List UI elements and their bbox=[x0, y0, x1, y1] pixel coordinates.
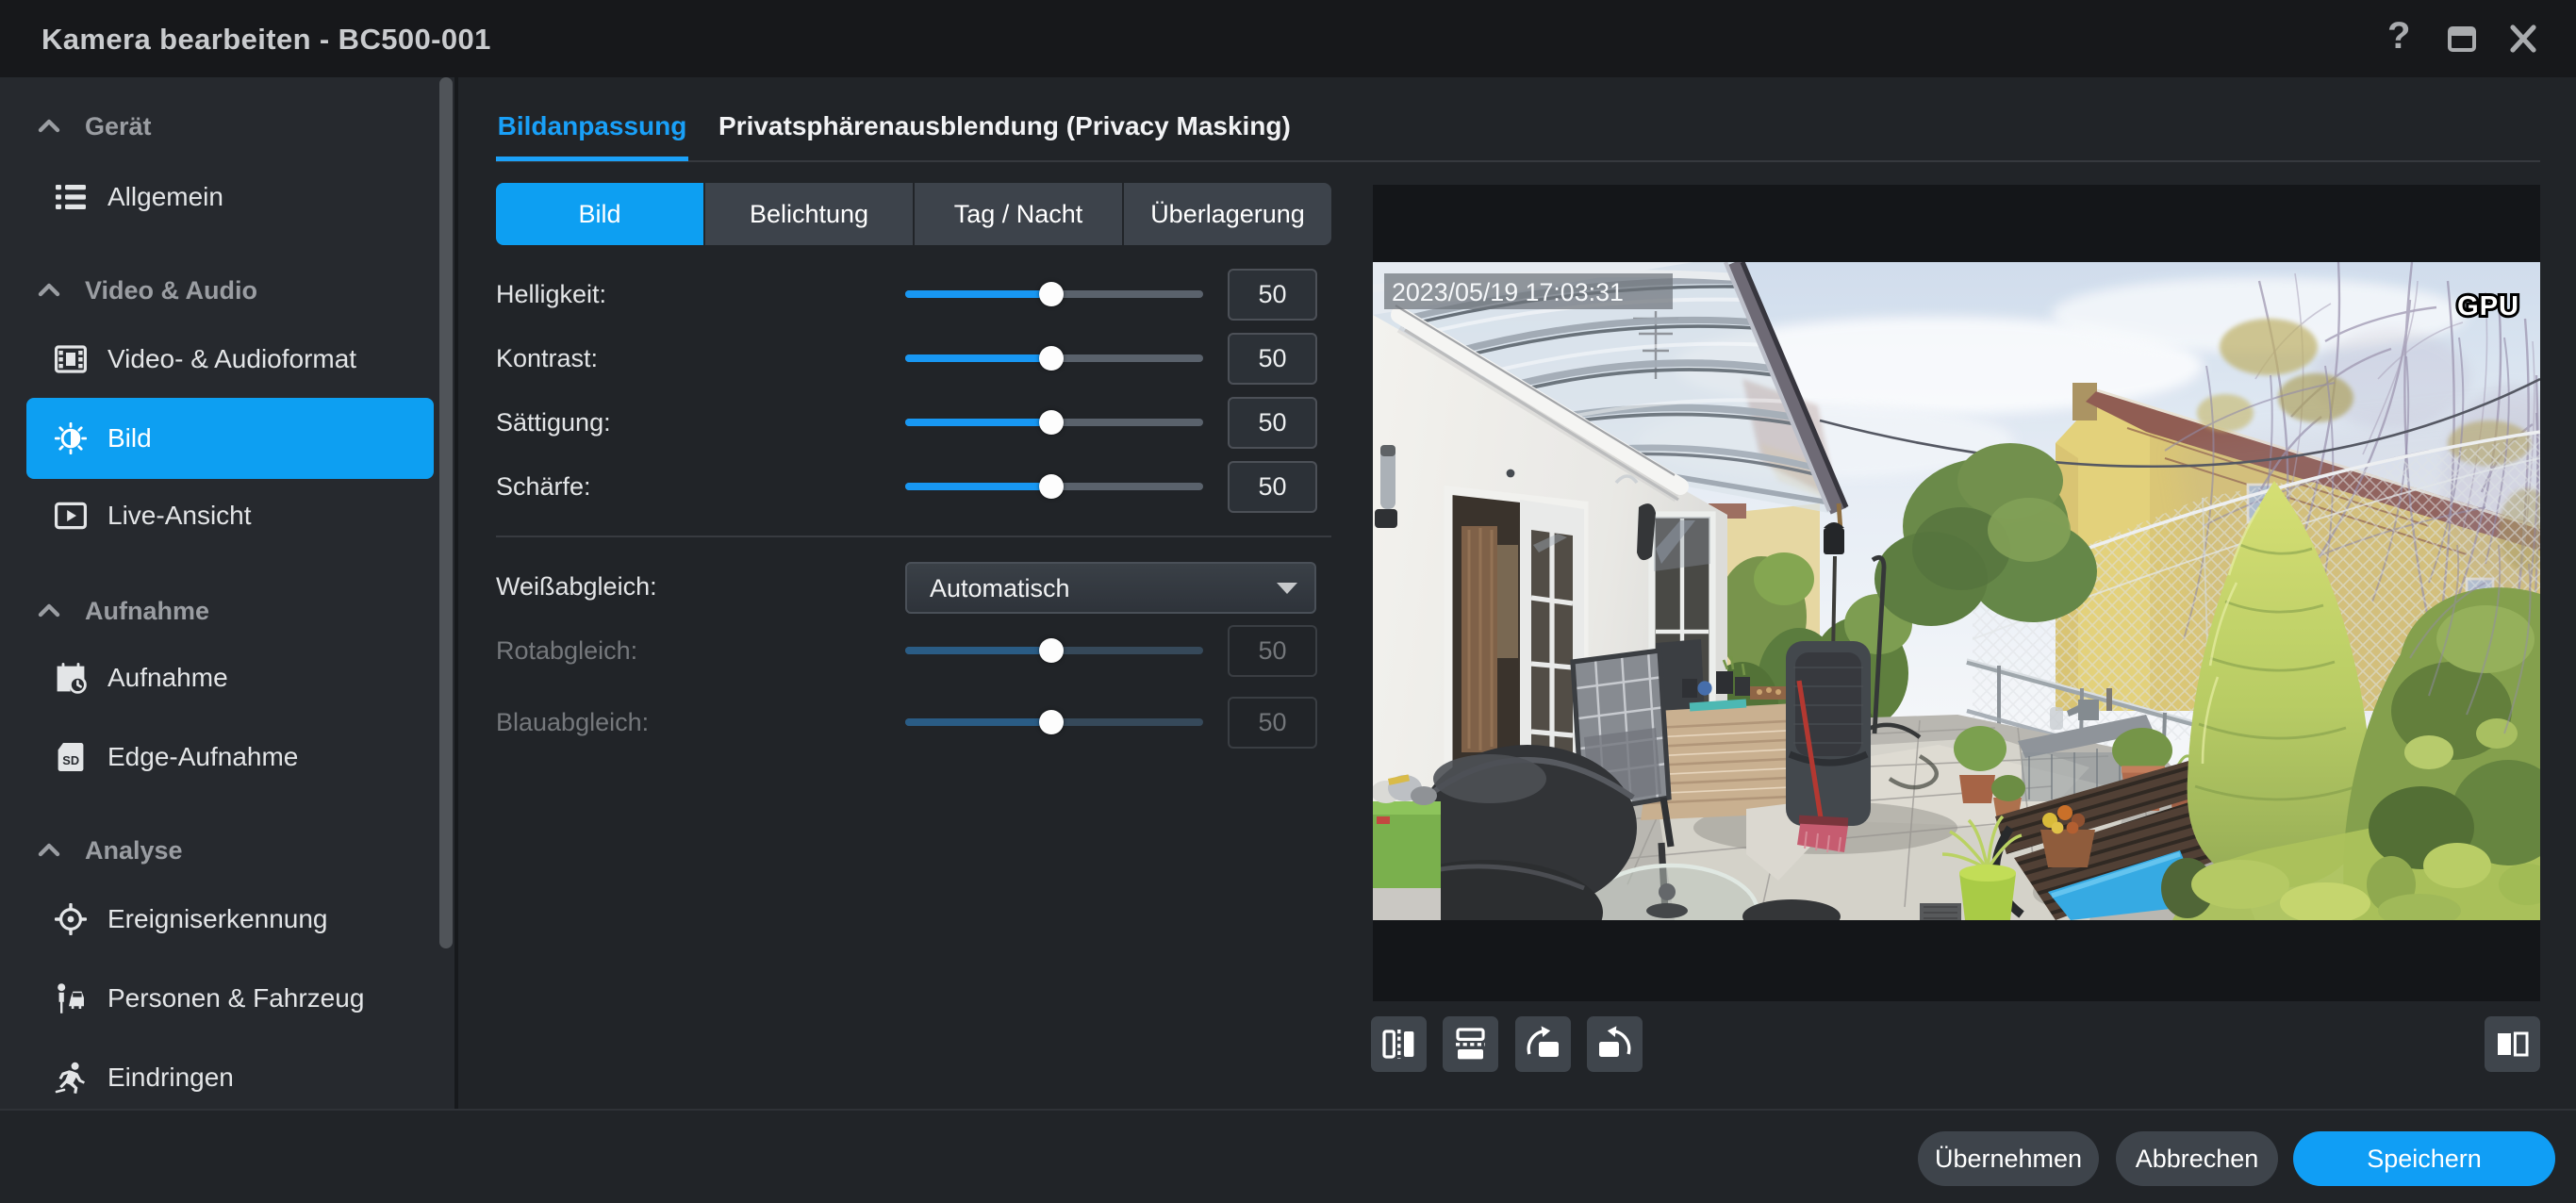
svg-text:2023/05/19 17:03:31: 2023/05/19 17:03:31 bbox=[1392, 278, 1624, 306]
svg-text:SD: SD bbox=[62, 753, 79, 767]
svg-text:GPU: GPU bbox=[2457, 291, 2519, 321]
